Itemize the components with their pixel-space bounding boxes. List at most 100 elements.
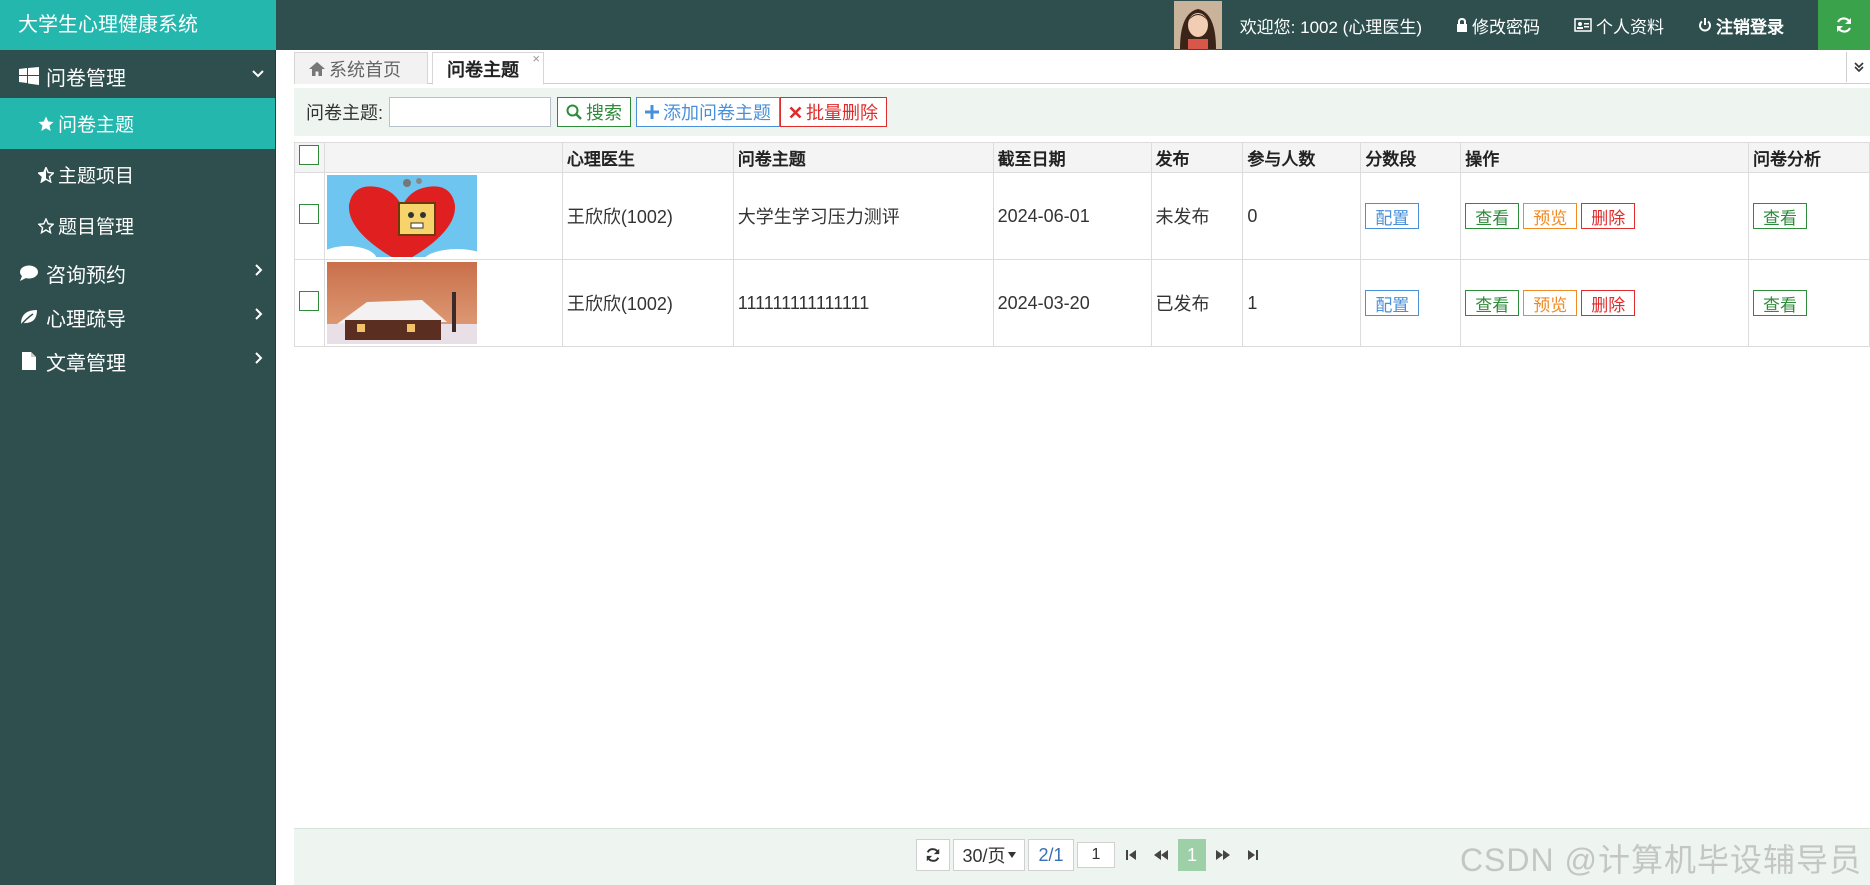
menu-group-label: 问卷管理	[46, 67, 126, 90]
profile-link[interactable]: 个人资料	[1574, 0, 1664, 50]
image-cell	[323, 259, 563, 347]
tab-close-icon[interactable]: ×	[532, 51, 540, 66]
published-cell: 已发布	[1150, 259, 1244, 347]
snow-cabin-image	[326, 262, 477, 344]
next-page-button[interactable]	[1209, 839, 1237, 871]
tab-questionnaire-topic[interactable]: 问卷主题 ×	[432, 51, 544, 85]
preview-button[interactable]: 预览	[1523, 290, 1578, 316]
menu-group-consultation[interactable]: 咨询预约	[0, 251, 275, 295]
delete-button[interactable]: 删除	[1581, 203, 1636, 229]
chevron-right-icon	[255, 352, 263, 364]
sidebar: 问卷管理 问卷主题 主题项目 题目管理 咨询预约 心理疏导 文章管理	[0, 50, 276, 885]
delete-button[interactable]: 删除	[1581, 290, 1636, 316]
select-all-cell	[294, 142, 325, 173]
column-header: 问卷分析	[1748, 142, 1870, 173]
participants-cell: 0	[1242, 172, 1362, 260]
prev-page-button[interactable]	[1147, 839, 1175, 871]
logout-link[interactable]: 注销登录	[1698, 0, 1784, 50]
configure-button[interactable]: 配置	[1365, 290, 1420, 316]
search-input[interactable]	[389, 97, 552, 127]
select-cell	[294, 172, 325, 260]
menu-group-label: 文章管理	[46, 352, 126, 375]
reload-button[interactable]	[916, 839, 950, 871]
column-header	[323, 142, 563, 173]
add-topic-button-label: 添加问卷主题	[663, 103, 772, 123]
column-header: 心理医生	[561, 142, 734, 173]
row-checkbox[interactable]	[299, 290, 319, 311]
table-header-row: 心理医生 问卷主题 截至日期 发布 参与人数 分数段 操作 问卷分析	[294, 142, 1870, 173]
column-header: 分数段	[1360, 142, 1462, 173]
view-button[interactable]: 查看	[1465, 203, 1520, 229]
sidebar-item-label: 主题项目	[58, 166, 135, 187]
sidebar-item-topic-project[interactable]: 主题项目	[0, 149, 275, 200]
sidebar-item-label: 题目管理	[58, 217, 135, 238]
page-size-label: 30/页	[962, 846, 1006, 866]
welcome-text: 欢迎您: 1002 (心理医生)	[1239, 17, 1422, 37]
double-chevron-down-icon	[1853, 62, 1864, 73]
search-label: 问卷主题:	[306, 103, 384, 123]
first-page-button[interactable]	[1118, 839, 1144, 871]
chevron-down-icon	[252, 70, 264, 78]
menu-group-label: 心理疏导	[46, 308, 126, 331]
view-button[interactable]: 查看	[1465, 290, 1520, 316]
app-title: 大学生心理健康系统	[0, 0, 276, 50]
heart-cartoon-image	[326, 175, 477, 257]
last-page-button[interactable]	[1240, 839, 1266, 871]
configure-button[interactable]: 配置	[1365, 203, 1420, 229]
refresh-button[interactable]	[1818, 0, 1870, 50]
refresh-icon	[1836, 17, 1852, 33]
analysis-cell: 查看	[1748, 172, 1870, 260]
menu-group-articles[interactable]: 文章管理	[0, 339, 275, 383]
home-icon	[309, 61, 325, 76]
chevron-right-icon	[255, 264, 263, 276]
score-cell: 配置	[1360, 259, 1462, 347]
participants-cell: 1	[1242, 259, 1362, 347]
change-password-link[interactable]: 修改密码	[1456, 0, 1540, 50]
rewind-icon	[1154, 850, 1168, 860]
batch-delete-button[interactable]: 批量删除	[780, 97, 888, 127]
doctor-cell: 王欣欣(1002)	[561, 259, 734, 347]
content-panel: 问卷主题: 搜索 添加问卷主题 批量删除 心理医生 问卷主题 截至日期 发布 参…	[294, 88, 1870, 885]
file-icon	[18, 350, 40, 372]
add-topic-button[interactable]: 添加问卷主题	[636, 97, 781, 127]
tab-label: 系统首页	[329, 59, 401, 80]
star-half-icon	[38, 166, 54, 183]
leaf-icon	[18, 306, 40, 328]
data-table: 心理医生 问卷主题 截至日期 发布 参与人数 分数段 操作 问卷分析 王欣欣(1…	[294, 142, 1870, 347]
sidebar-item-label: 问卷主题	[58, 115, 135, 136]
power-icon	[1699, 18, 1711, 32]
current-page[interactable]: 1	[1178, 839, 1206, 871]
top-bar: 大学生心理健康系统 欢迎您: 1002 (心理医生) 修改密码 个人资料 注销登…	[0, 0, 1870, 50]
table-row: 王欣欣(1002) 111111111111111 2024-03-20 已发布…	[294, 259, 1870, 347]
main-area: 系统首页 问卷主题 × 问卷主题: 搜索 添加问卷主题 批量删除 心理医生 问卷…	[276, 50, 1870, 885]
avatar[interactable]	[1173, 1, 1222, 49]
tab-dropdown-button[interactable]	[1846, 52, 1870, 82]
comment-icon	[18, 262, 40, 284]
star-outline-icon	[38, 217, 54, 234]
id-card-icon	[1574, 18, 1592, 32]
analysis-view-button[interactable]: 查看	[1753, 290, 1807, 316]
analysis-view-button[interactable]: 查看	[1753, 203, 1807, 229]
search-button-label: 搜索	[586, 103, 623, 123]
row-checkbox[interactable]	[299, 203, 319, 224]
watermark: CSDN @计算机毕设辅导员	[1459, 842, 1862, 878]
menu-group-counseling[interactable]: 心理疏导	[0, 295, 275, 339]
sidebar-item-question-manage[interactable]: 题目管理	[0, 200, 275, 251]
table-row: 王欣欣(1002) 大学生学习压力测评 2024-06-01 未发布 0 配置 …	[294, 172, 1870, 260]
windows-icon	[18, 65, 40, 87]
refresh-icon	[926, 848, 940, 862]
column-header: 问卷主题	[732, 142, 994, 173]
tab-home[interactable]: 系统首页	[294, 52, 428, 84]
change-password-label: 修改密码	[1472, 17, 1540, 37]
topic-cell: 大学生学习压力测评	[732, 172, 994, 260]
menu-group-questionnaire[interactable]: 问卷管理	[0, 54, 275, 98]
page-size-select[interactable]: 30/页	[953, 839, 1025, 871]
menu-group-label: 咨询预约	[46, 264, 126, 287]
preview-button[interactable]: 预览	[1523, 203, 1578, 229]
search-button[interactable]: 搜索	[557, 97, 632, 127]
select-all-checkbox[interactable]	[299, 145, 319, 165]
page-number-input[interactable]	[1077, 842, 1115, 868]
first-page-icon	[1126, 850, 1136, 860]
sidebar-item-questionnaire-topic[interactable]: 问卷主题	[0, 98, 275, 149]
actions-cell: 查看 预览 删除	[1460, 172, 1749, 260]
